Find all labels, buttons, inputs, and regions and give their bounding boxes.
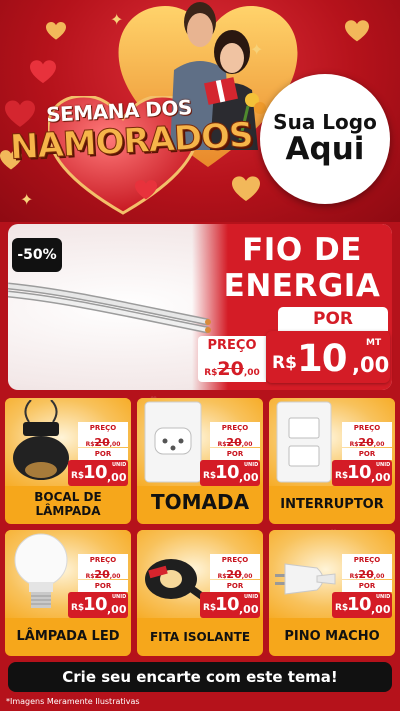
tag-preco-label: PREÇO xyxy=(78,554,128,566)
tag-price: R$ 10,00 UNID xyxy=(68,460,128,486)
sparkle-icon: ✦ xyxy=(20,190,34,209)
tag-preco-label: PREÇO xyxy=(78,422,128,434)
small-heart-icon xyxy=(345,20,369,42)
product-name: LÂMPADA LED xyxy=(16,629,120,644)
old-price-cents: ,00 xyxy=(109,441,121,448)
featured-preco-label: PREÇO xyxy=(198,336,266,356)
tag-old-price: R$20,00 xyxy=(342,434,392,449)
price-cents: ,00 xyxy=(239,471,259,484)
tag-preco-label: PREÇO xyxy=(210,422,260,434)
small-heart-icon xyxy=(30,60,56,84)
tag-por-label: POR xyxy=(78,580,128,592)
tag-old-price: R$20,00 xyxy=(78,566,128,581)
tag-old-price: R$20,00 xyxy=(210,566,260,581)
old-price-currency: R$ xyxy=(204,368,218,378)
discount-badge: -50% xyxy=(12,238,62,272)
product-card-fita-isolante: PREÇO R$20,00 POR R$ 10,00 UNID FITA ISOLA… xyxy=(137,530,263,656)
product-name: FITA ISOLANTE xyxy=(149,630,251,644)
price-unit: UNID xyxy=(112,462,127,468)
tag-por-label: POR xyxy=(342,448,392,460)
tag-por-label: POR xyxy=(210,448,260,460)
price-unit: UNID xyxy=(244,462,259,468)
old-price-cents: ,00 xyxy=(243,368,260,378)
featured-old-price: R$20,00 xyxy=(198,356,266,382)
tag-price: R$ 10,00 UNID xyxy=(332,460,392,486)
price-int: 10 xyxy=(347,594,372,615)
outlet-image xyxy=(144,401,202,483)
logo-text-line1: Sua Logo xyxy=(273,110,377,135)
price-int: 10 xyxy=(297,337,347,380)
price-unit: UNID xyxy=(376,462,391,468)
product-card-bocal: PREÇO R$20,00 POR R$ 10,00 UNID BOCAL DE L… xyxy=(5,398,131,524)
price-int: 10 xyxy=(83,594,108,615)
old-price-cents: ,00 xyxy=(373,573,385,580)
old-price-cents: ,00 xyxy=(241,441,253,448)
hero-banner: ✦ ✦ ✦ SEMANA DOS NAMORADOS Sua Logo Aqui xyxy=(0,0,400,222)
tape-image xyxy=(145,559,205,600)
price-unit: MT xyxy=(366,338,382,348)
tag-por-label: POR xyxy=(78,448,128,460)
tag-old-price: R$20,00 xyxy=(78,434,128,449)
cta-banner[interactable]: Crie seu encarte com este tema! xyxy=(8,662,392,692)
tag-price: R$ 10,00 UNID xyxy=(200,592,260,618)
product-card-tomada: PREÇO R$20,00 POR R$ 10,00 UNID TOMADA xyxy=(137,398,263,524)
featured-title-line1: FIO DE xyxy=(242,232,362,268)
disclaimer-text: *Imagens Meramente Ilustrativas xyxy=(6,697,140,706)
small-heart-icon xyxy=(135,180,157,200)
small-heart-icon xyxy=(5,100,35,127)
featured-price: R$ 10 ,00 MT xyxy=(266,331,390,383)
price-currency: R$ xyxy=(272,353,297,373)
tag-price: R$ 10,00 UNID xyxy=(332,592,392,618)
price-int: 10 xyxy=(215,594,240,615)
old-price-int: 20 xyxy=(217,358,244,380)
tag-price: R$ 10,00 UNID xyxy=(68,592,128,618)
lamp-socket-image xyxy=(13,400,69,480)
price-unit: UNID xyxy=(244,594,259,600)
featured-por-label: POR xyxy=(278,307,388,331)
featured-title: FIO DE ENERGIA xyxy=(212,232,392,304)
logo-text-line2: Aqui xyxy=(285,131,365,168)
plug-image xyxy=(275,563,336,595)
product-name: TOMADA xyxy=(150,490,250,514)
tag-por-label: POR xyxy=(342,580,392,592)
switch-image xyxy=(276,401,332,483)
price-cents: ,00 xyxy=(371,603,391,616)
small-heart-icon xyxy=(232,176,260,202)
product-card-pino-macho: PREÇO R$20,00 POR R$ 10,00 UNID PINO MACHO xyxy=(269,530,395,656)
logo-placeholder: Sua Logo Aqui xyxy=(260,74,390,204)
price-int: 10 xyxy=(83,462,108,483)
tag-preco-label: PREÇO xyxy=(342,422,392,434)
product-card-interruptor: PREÇO R$20,00 POR R$ 10,00 UNID INTERRUPTO… xyxy=(269,398,395,524)
sparkle-icon: ✦ xyxy=(110,10,124,29)
price-cents: ,00 xyxy=(239,603,259,616)
product-card-lampada-led: PREÇO R$20,00 POR R$ 10,00 UNID LÂMPADA LE… xyxy=(5,530,131,656)
price-cents: ,00 xyxy=(107,471,127,484)
product-name: INTERRUPTOR xyxy=(280,497,384,512)
wire-image xyxy=(8,282,211,334)
tag-preco-label: PREÇO xyxy=(342,554,392,566)
price-cents: ,00 xyxy=(352,353,390,377)
price-cents: ,00 xyxy=(107,603,127,616)
price-int: 10 xyxy=(215,462,240,483)
tag-old-price: R$20,00 xyxy=(210,434,260,449)
product-name: BOCAL DE LÂMPADA xyxy=(34,490,102,518)
tag-por-label: POR xyxy=(210,580,260,592)
old-price-cents: ,00 xyxy=(373,441,385,448)
price-unit: UNID xyxy=(376,594,391,600)
tag-price: R$ 10,00 UNID xyxy=(200,460,260,486)
price-int: 10 xyxy=(347,462,372,483)
small-heart-icon xyxy=(46,22,66,40)
led-bulb-image xyxy=(14,533,68,608)
price-cents: ,00 xyxy=(371,471,391,484)
old-price-cents: ,00 xyxy=(109,573,121,580)
price-unit: UNID xyxy=(112,594,127,600)
old-price-cents: ,00 xyxy=(241,573,253,580)
tag-old-price: R$20,00 xyxy=(342,566,392,581)
product-name: PINO MACHO xyxy=(284,629,380,644)
featured-title-line2: ENERGIA xyxy=(223,268,381,304)
tag-preco-label: PREÇO xyxy=(210,554,260,566)
